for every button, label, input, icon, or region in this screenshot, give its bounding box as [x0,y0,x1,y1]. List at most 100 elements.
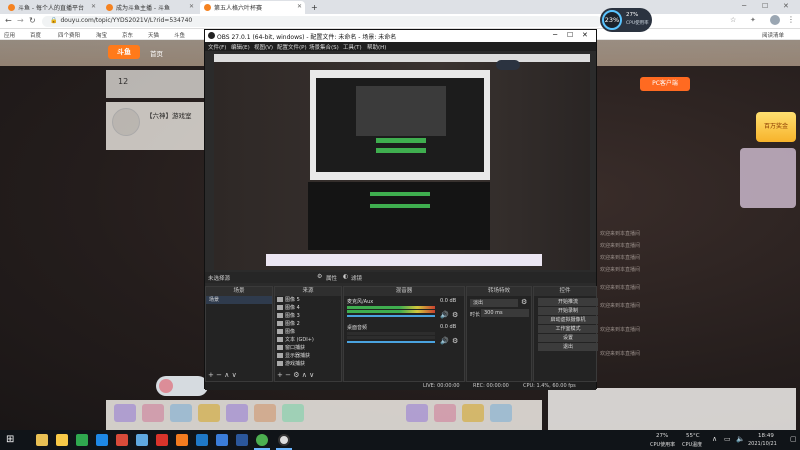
gear-icon[interactable]: ⚙ [452,311,458,319]
studio-mode-button[interactable]: 工作室模式 [538,325,598,333]
cpu-monitor-widget[interactable]: 23% 27% CPU使用率 [600,8,652,32]
network-icon[interactable]: ▭ [724,435,731,443]
menu-icon[interactable]: ⋮ [787,15,795,24]
bookmark-apps[interactable]: 应用 [4,31,15,39]
clock-date[interactable]: 2021/10/21 [748,441,777,447]
ad-figure[interactable] [740,148,796,208]
bookmark-item[interactable]: 四个费阳 [58,31,80,39]
app-icon[interactable] [216,434,228,446]
source-item[interactable]: 图像 [275,328,341,336]
move-up-icon[interactable]: ∧ [302,371,307,379]
source-item[interactable]: 图像 3 [275,312,341,320]
source-item[interactable]: 窗口捕获 [275,344,341,352]
minimize-icon[interactable]: ─ [742,2,746,10]
source-item[interactable]: 图像 2 [275,320,341,328]
app-icon[interactable] [176,434,188,446]
tab-douyu-home[interactable]: 斗鱼 - 每个人的直播平台 ✕ [4,1,99,14]
app-icon[interactable] [156,434,168,446]
avatar[interactable] [770,15,780,25]
edge-icon[interactable] [196,434,208,446]
new-tab-button[interactable]: + [308,1,320,14]
remove-icon[interactable]: − [216,371,222,379]
gear-icon[interactable]: ⚙ [521,298,527,306]
menu-scene-collection[interactable]: 场景集合(S) [309,43,339,51]
menu-file[interactable]: 文件(F) [208,43,226,51]
app-icon[interactable] [76,434,88,446]
gift-icon[interactable] [142,404,164,422]
gift-icon[interactable] [406,404,428,422]
minimize-icon[interactable]: ─ [553,31,557,39]
close-icon[interactable]: ✕ [582,31,588,39]
transition-select[interactable]: 淡出 [470,299,518,307]
volume-slider[interactable] [347,315,435,317]
move-down-icon[interactable]: ∨ [309,371,314,379]
maximize-icon[interactable]: ☐ [567,31,573,39]
menu-profile[interactable]: 配置文件(P) [277,43,307,51]
source-item[interactable]: 显示器捕获 [275,352,341,360]
start-recording-button[interactable]: 开始录制 [538,307,598,315]
close-window-icon[interactable]: ✕ [783,2,789,10]
gift-icon[interactable] [114,404,136,422]
extensions-icon[interactable]: ✦ [750,16,756,24]
gear-icon[interactable]: ⚙ [317,273,322,280]
gift-icon[interactable] [254,404,276,422]
chat-input-area[interactable] [548,388,796,430]
app-icon[interactable] [116,434,128,446]
add-icon[interactable]: + [277,371,283,379]
tab-identityv-cup[interactable]: 第五人格六叶杯赛 ✕ [200,1,305,14]
douyu-logo[interactable]: 斗鱼 [108,45,140,59]
reload-icon[interactable]: ↻ [29,16,36,25]
pc-client-button[interactable]: PC客户端 [640,77,690,91]
windows-start-icon[interactable]: ⊞ [6,434,14,445]
filters-button[interactable]: 滤镜 [351,274,362,282]
remove-icon[interactable]: − [285,371,291,379]
ad-banner[interactable]: 百万奖金 [756,112,796,142]
gift-icon[interactable] [434,404,456,422]
app-icon[interactable] [96,434,108,446]
scene-item[interactable]: 场景 [206,296,272,304]
bookmark-douyu[interactable]: 斗鱼 [174,31,185,39]
nav-home[interactable]: 首页 [150,48,163,58]
file-explorer-icon[interactable] [36,434,48,446]
close-icon[interactable]: ✕ [189,3,194,10]
move-up-icon[interactable]: ∧ [224,371,229,379]
close-icon[interactable]: ✕ [91,3,96,10]
floating-widget[interactable] [156,376,208,396]
word-icon[interactable] [236,434,248,446]
menu-edit[interactable]: 编辑(E) [231,43,250,51]
bookmark-baidu[interactable]: 百度 [30,31,41,39]
gear-icon[interactable]: ⚙ [293,371,299,379]
bookmark-tmall[interactable]: 天猫 [148,31,159,39]
source-item[interactable]: 文本 (GDI+) [275,336,341,344]
app-icon[interactable] [136,434,148,446]
gift-icon[interactable] [282,404,304,422]
gift-icon[interactable] [226,404,248,422]
virtual-camera-button[interactable]: 启动虚拟摄像机 [538,316,598,324]
tray-chevron-icon[interactable]: ∧ [712,435,717,443]
bookmark-star-icon[interactable]: ☆ [730,16,736,24]
obs-taskbar-icon[interactable] [278,434,290,446]
url-field[interactable]: 🔒 douyu.com/topic/YYDS2021V/L?rid=534740 [42,16,602,27]
forward-icon[interactable]: → [17,16,24,25]
menu-tools[interactable]: 工具(T) [343,43,362,51]
move-down-icon[interactable]: ∨ [232,371,237,379]
source-item[interactable]: 图像 4 [275,304,341,312]
volume-icon[interactable]: 🔈 [736,435,745,443]
chrome-icon[interactable] [256,434,268,446]
app-icon[interactable] [56,434,68,446]
settings-button[interactable]: 设置 [538,334,598,342]
bookmark-jd[interactable]: 京东 [122,31,133,39]
gift-icon[interactable] [198,404,220,422]
filter-icon[interactable]: ◐ [343,273,348,280]
back-icon[interactable]: ← [5,16,12,25]
menu-view[interactable]: 视图(V) [254,43,273,51]
exit-button[interactable]: 退出 [538,343,598,351]
gift-icon[interactable] [170,404,192,422]
gift-icon[interactable] [490,404,512,422]
properties-button[interactable]: 属性 [326,274,337,282]
notification-icon[interactable]: ▢ [790,435,797,443]
reading-list[interactable]: 阅读清单 [762,31,784,39]
gift-icon[interactable] [462,404,484,422]
start-streaming-button[interactable]: 开始推流 [538,298,598,306]
obs-preview[interactable] [214,54,590,270]
